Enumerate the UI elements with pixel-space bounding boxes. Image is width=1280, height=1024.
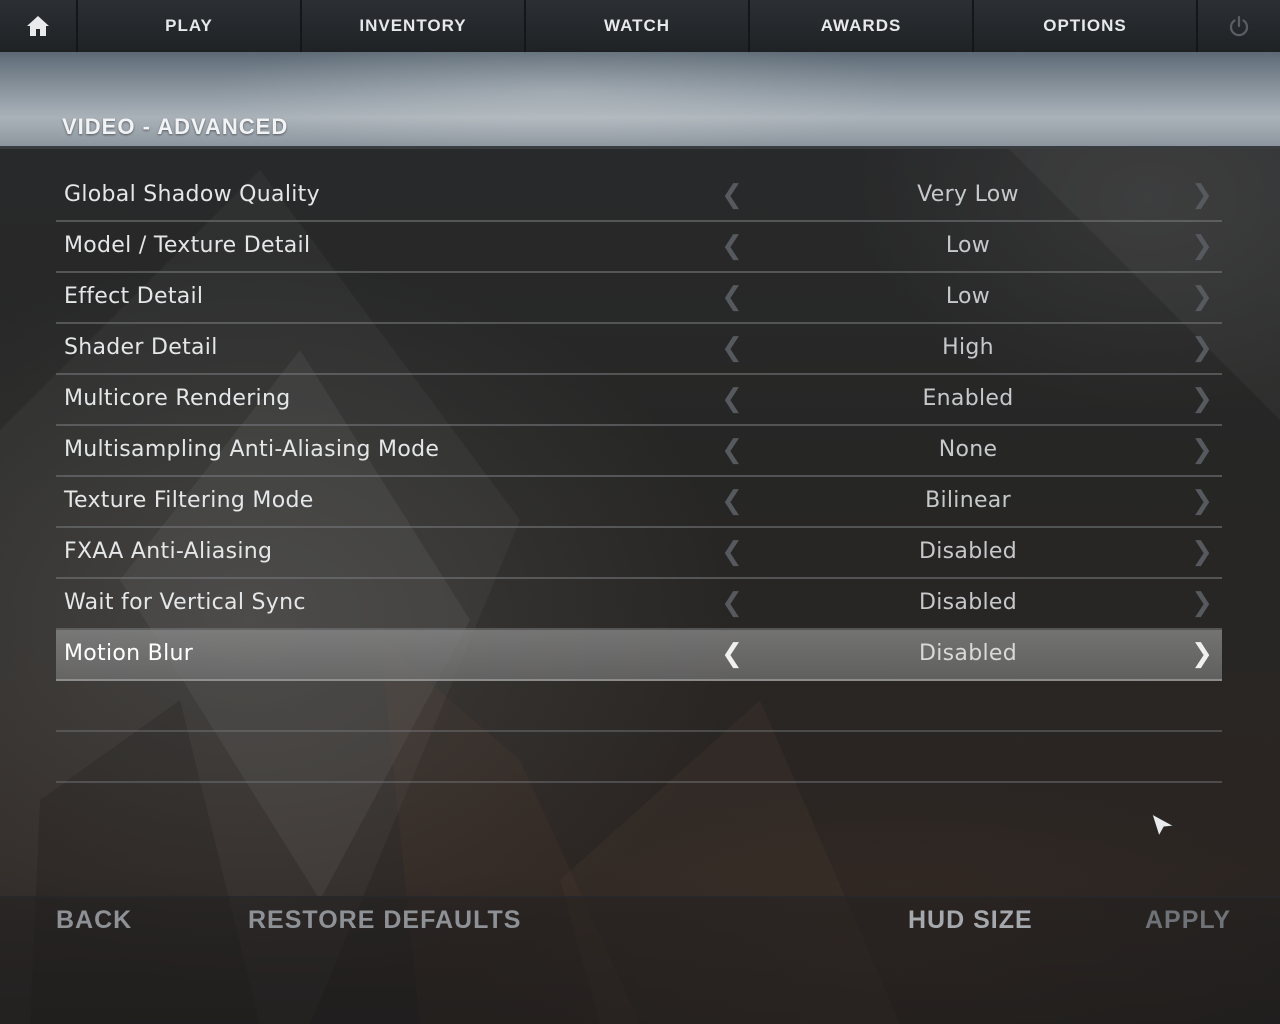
chevron-right-icon[interactable]: ❯	[1190, 636, 1214, 672]
bottom-bar	[0, 896, 1280, 1024]
chevron-right-icon[interactable]: ❯	[1190, 483, 1214, 519]
setting-label: Wait for Vertical Sync	[64, 590, 306, 615]
setting-value: High	[942, 335, 994, 360]
empty-row	[56, 681, 1222, 732]
power-button[interactable]	[1198, 0, 1280, 52]
chevron-left-icon[interactable]: ❮	[720, 177, 744, 213]
chevron-left-icon[interactable]: ❮	[720, 432, 744, 468]
setting-row-effect-detail[interactable]: Effect Detail ❮ Low ❯	[56, 273, 1222, 324]
tab-awards[interactable]: AWARDS	[750, 0, 974, 52]
tab-inventory[interactable]: INVENTORY	[302, 0, 526, 52]
tab-play[interactable]: PLAY	[78, 0, 302, 52]
chevron-left-icon[interactable]: ❮	[720, 330, 744, 366]
setting-row-model-texture-detail[interactable]: Model / Texture Detail ❮ Low ❯	[56, 222, 1222, 273]
empty-row	[56, 732, 1222, 783]
chevron-left-icon[interactable]: ❮	[720, 636, 744, 672]
setting-value: Disabled	[919, 539, 1017, 564]
chevron-right-icon[interactable]: ❯	[1190, 585, 1214, 621]
setting-row-global-shadow-quality[interactable]: Global Shadow Quality ❮ Very Low ❯	[56, 171, 1222, 222]
page-title: VIDEO - ADVANCED	[62, 114, 289, 139]
setting-value: Very Low	[917, 182, 1019, 207]
setting-label: Model / Texture Detail	[64, 233, 311, 258]
power-icon	[1229, 15, 1249, 37]
chevron-left-icon[interactable]: ❮	[720, 585, 744, 621]
setting-value: Bilinear	[925, 488, 1011, 513]
chevron-right-icon[interactable]: ❯	[1190, 228, 1214, 264]
setting-row-fxaa[interactable]: FXAA Anti-Aliasing ❮ Disabled ❯	[56, 528, 1222, 579]
hud-size-button[interactable]: HUD SIZE	[908, 906, 1033, 935]
back-button[interactable]: BACK	[56, 906, 132, 935]
restore-defaults-button[interactable]: RESTORE DEFAULTS	[248, 906, 521, 935]
setting-label: Multisampling Anti-Aliasing Mode	[64, 437, 440, 462]
setting-label: Effect Detail	[64, 284, 204, 309]
chevron-right-icon[interactable]: ❯	[1190, 330, 1214, 366]
mouse-cursor-icon	[1151, 812, 1176, 838]
setting-value: None	[938, 437, 998, 462]
chevron-right-icon[interactable]: ❯	[1190, 381, 1214, 417]
chevron-left-icon[interactable]: ❮	[720, 279, 744, 315]
setting-label: Motion Blur	[64, 641, 194, 666]
chevron-right-icon[interactable]: ❯	[1190, 534, 1214, 570]
setting-row-multicore-rendering[interactable]: Multicore Rendering ❮ Enabled ❯	[56, 375, 1222, 426]
setting-label: FXAA Anti-Aliasing	[64, 539, 273, 564]
settings-list: Global Shadow Quality ❮ Very Low ❯ Model…	[56, 171, 1222, 783]
chevron-left-icon[interactable]: ❮	[720, 381, 744, 417]
top-navigation: PLAY INVENTORY WATCH AWARDS OPTIONS	[0, 0, 1280, 53]
setting-label: Shader Detail	[64, 335, 218, 360]
home-button[interactable]	[0, 0, 78, 52]
setting-row-msaa-mode[interactable]: Multisampling Anti-Aliasing Mode ❮ None …	[56, 426, 1222, 477]
tab-watch[interactable]: WATCH	[526, 0, 750, 52]
setting-label: Multicore Rendering	[64, 386, 291, 411]
home-icon	[27, 16, 49, 36]
chevron-right-icon[interactable]: ❯	[1190, 279, 1214, 315]
setting-row-motion-blur[interactable]: Motion Blur ❮ Disabled ❯	[56, 630, 1222, 681]
setting-value: Low	[945, 233, 991, 258]
setting-row-shader-detail[interactable]: Shader Detail ❮ High ❯	[56, 324, 1222, 375]
setting-value: Disabled	[919, 641, 1017, 666]
setting-row-texture-filtering-mode[interactable]: Texture Filtering Mode ❮ Bilinear ❯	[56, 477, 1222, 528]
setting-value: Disabled	[919, 590, 1017, 615]
setting-label: Global Shadow Quality	[64, 182, 320, 207]
options-screen: PLAY INVENTORY WATCH AWARDS OPTIONS VIDE…	[0, 0, 1280, 1024]
chevron-right-icon[interactable]: ❯	[1190, 432, 1214, 468]
chevron-left-icon[interactable]: ❮	[720, 228, 744, 264]
tab-options[interactable]: OPTIONS	[974, 0, 1198, 52]
setting-value: Low	[945, 284, 991, 309]
setting-row-vertical-sync[interactable]: Wait for Vertical Sync ❮ Disabled ❯	[56, 579, 1222, 630]
apply-button[interactable]: APPLY	[1145, 906, 1231, 935]
chevron-left-icon[interactable]: ❮	[720, 534, 744, 570]
chevron-left-icon[interactable]: ❮	[720, 483, 744, 519]
chevron-right-icon[interactable]: ❯	[1190, 177, 1214, 213]
setting-label: Texture Filtering Mode	[64, 488, 314, 513]
setting-value: Enabled	[922, 386, 1014, 411]
